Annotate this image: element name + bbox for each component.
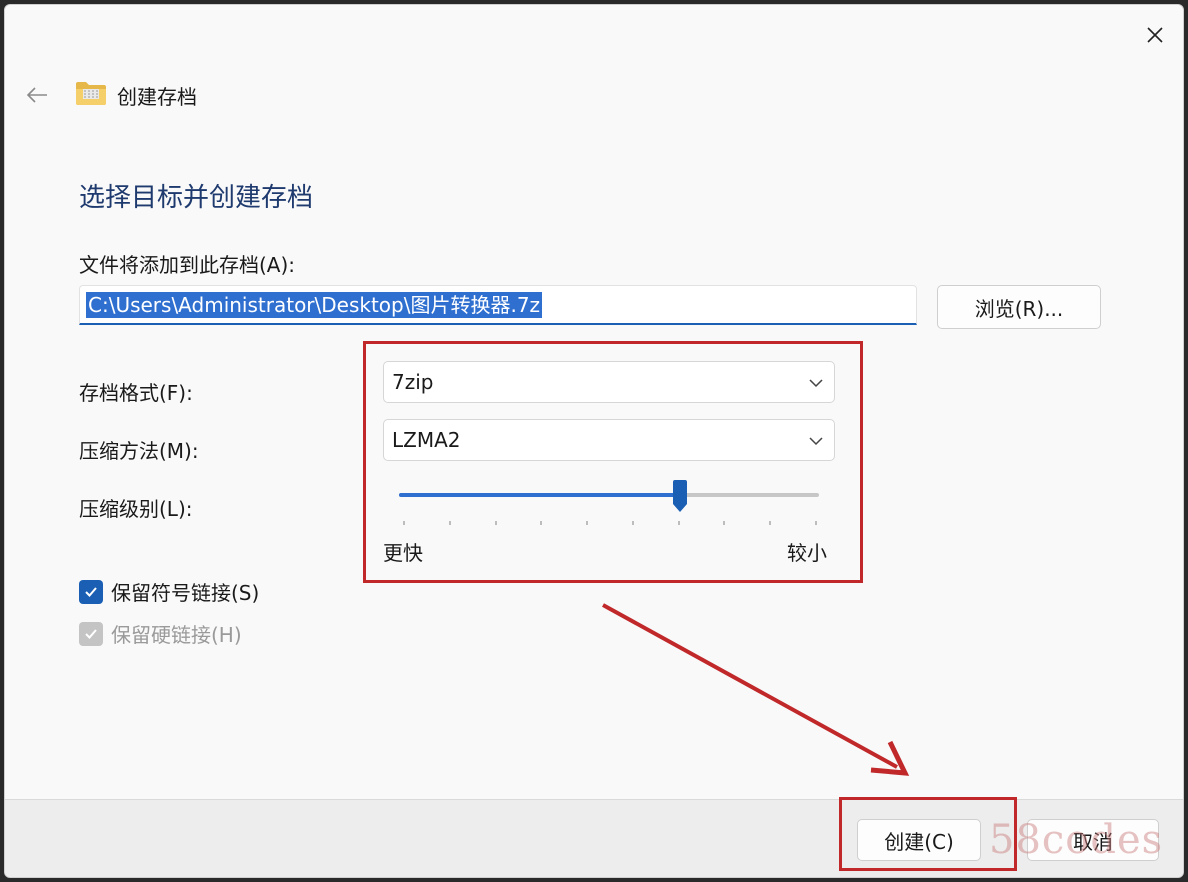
create-archive-dialog: 创建存档 选择目标并创建存档 文件将添加到此存档(A): C:\Users\Ad… — [4, 4, 1184, 878]
create-button[interactable]: 创建(C) — [857, 819, 981, 861]
annotation-arrow — [602, 603, 910, 776]
watermark: 58codes — [989, 817, 1164, 863]
